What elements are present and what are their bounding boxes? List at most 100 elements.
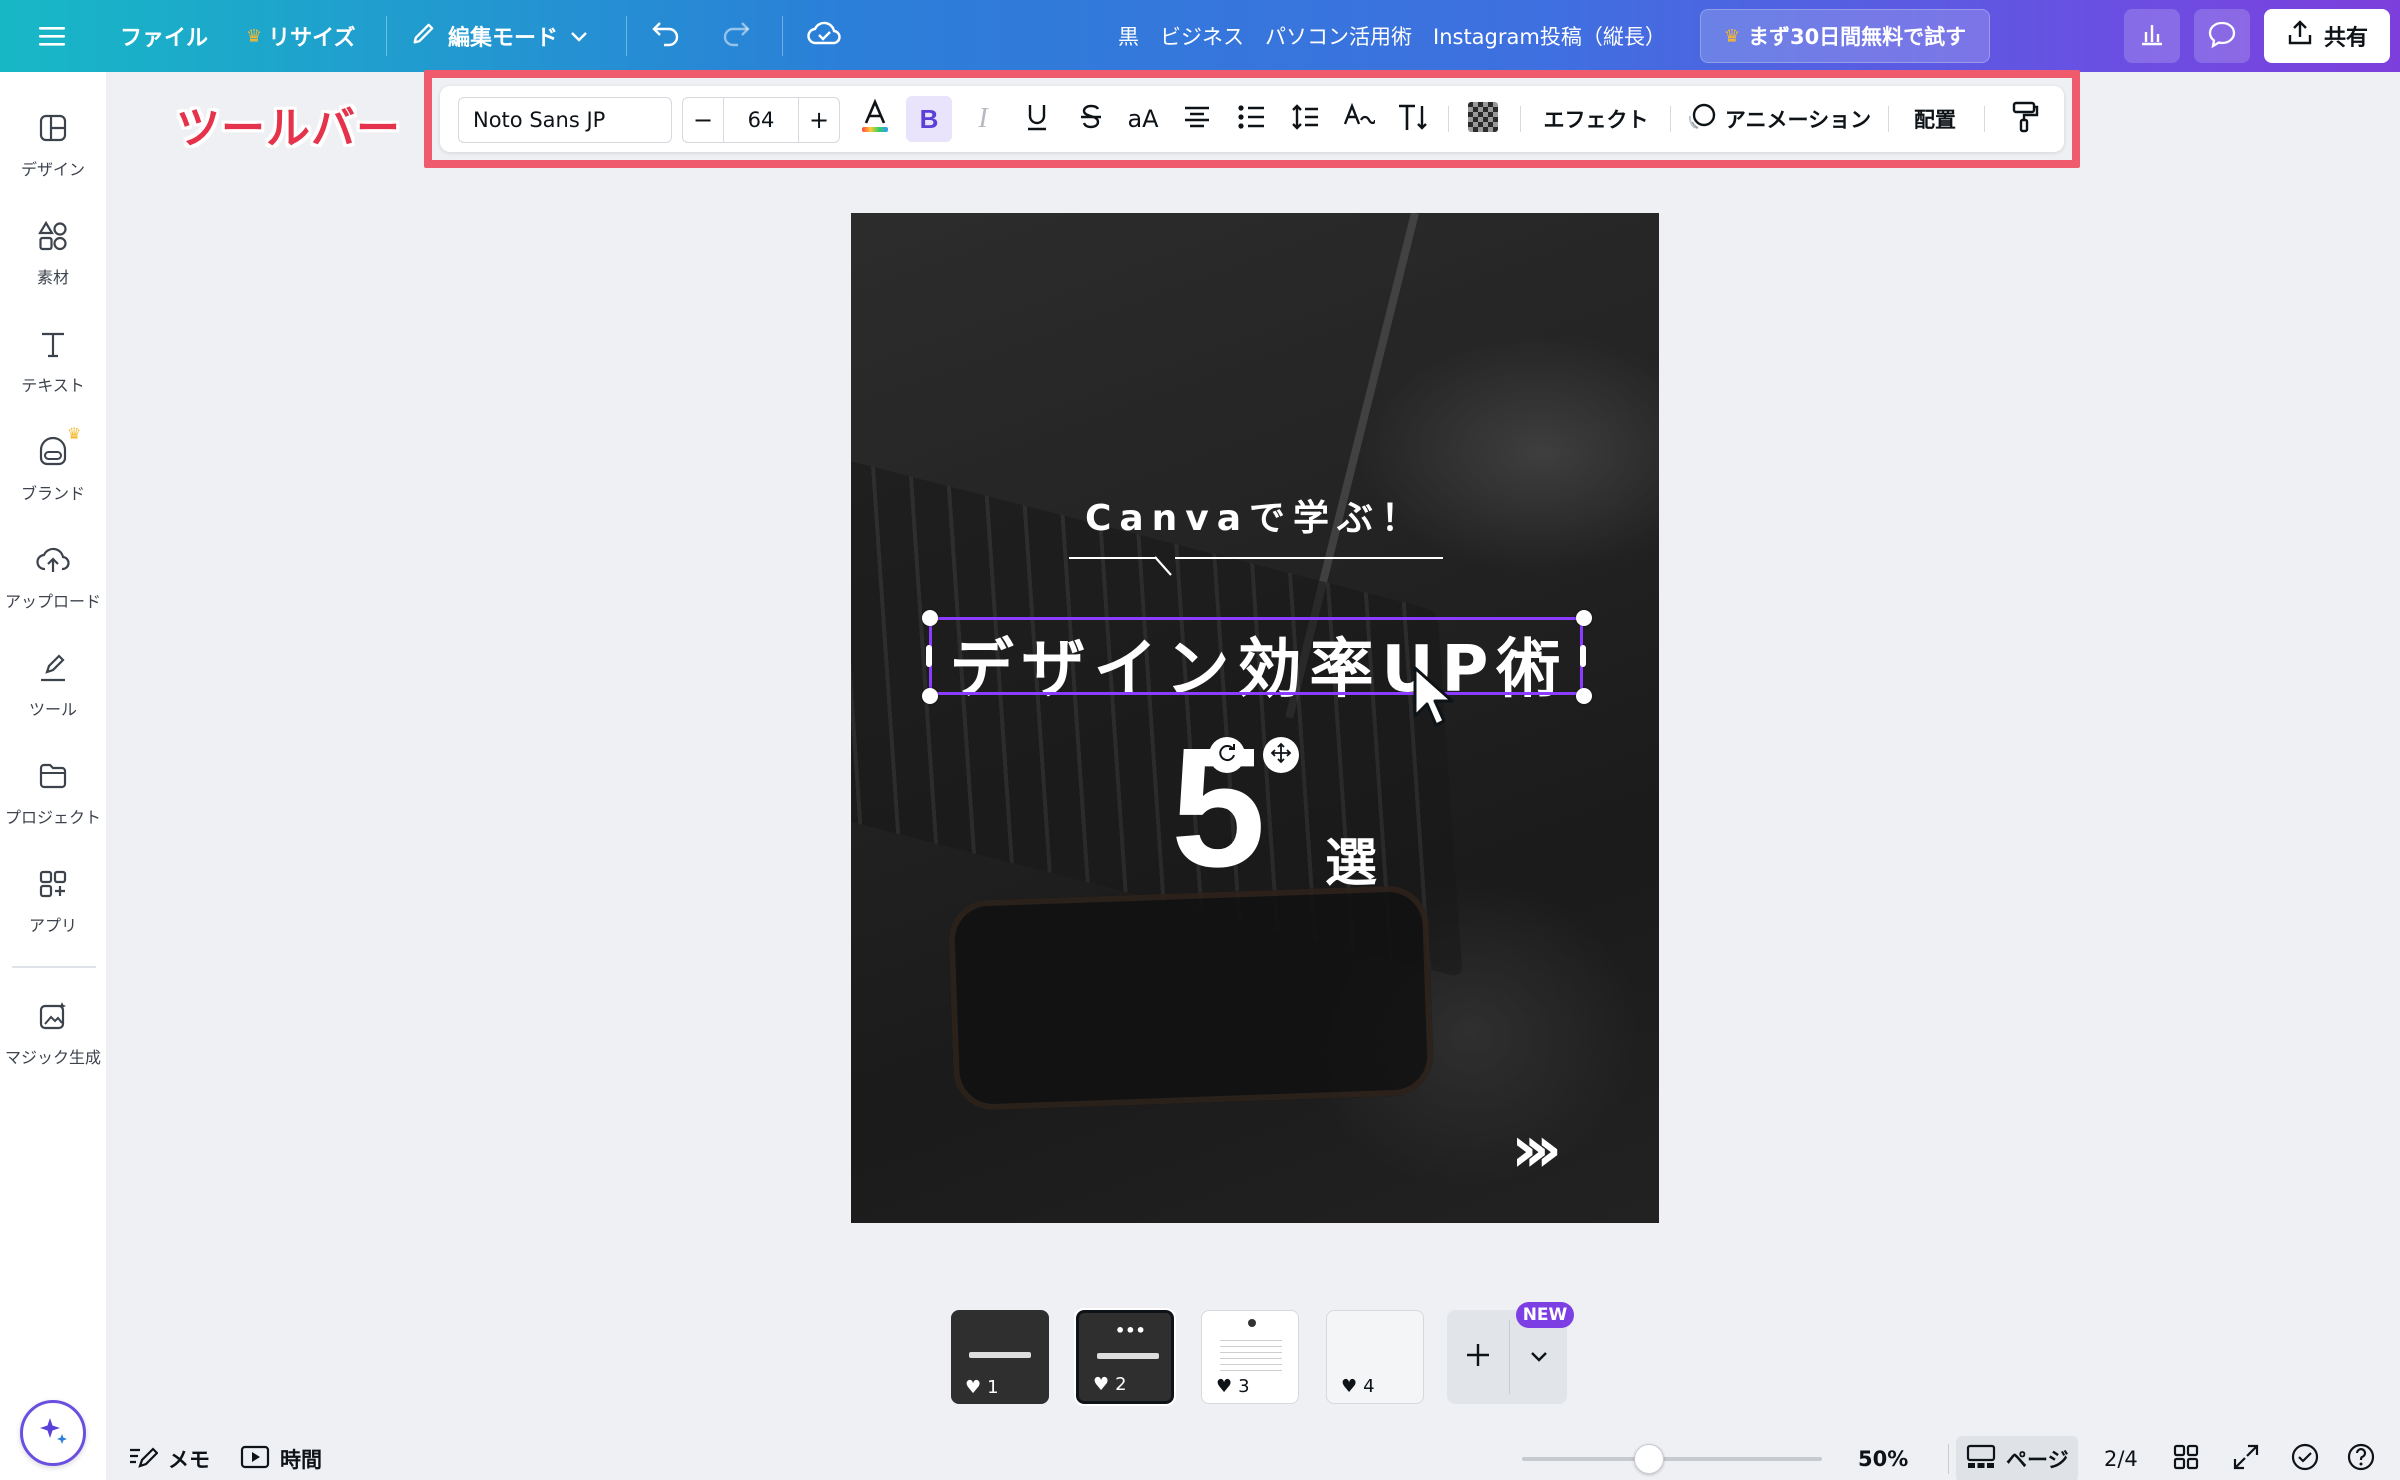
zoom-slider-track[interactable] xyxy=(1522,1457,1822,1461)
thumbnail-content xyxy=(1248,1319,1256,1327)
font-size-increase-button[interactable]: + xyxy=(799,98,839,142)
magic-assistant-button[interactable] xyxy=(20,1400,86,1466)
page-thumbnail-number: ♥ 4 xyxy=(1341,1376,1375,1397)
font-size-decrease-button[interactable]: − xyxy=(683,98,723,142)
check-circle-icon xyxy=(2290,1442,2320,1477)
text-style-icon xyxy=(1343,102,1377,136)
animation-icon xyxy=(1687,102,1717,136)
position-button[interactable]: 配置 xyxy=(1900,86,1970,152)
menu-button[interactable] xyxy=(34,0,70,72)
more-options-icon[interactable]: ••• xyxy=(1115,1321,1146,1340)
page-view-button[interactable]: ページ xyxy=(1966,1436,2069,1480)
sidebar-item-label: デザイン xyxy=(20,160,85,179)
sidebar-item-tools[interactable]: ツール xyxy=(0,636,106,736)
share-button[interactable]: 共有 xyxy=(2264,9,2390,63)
sparkle-icon xyxy=(36,1414,70,1452)
sidebar-item-magic-media[interactable]: マジック生成 xyxy=(0,984,106,1084)
toolbar-divider xyxy=(1520,106,1521,132)
text-effects-button[interactable] xyxy=(1336,86,1382,152)
resize-handle[interactable] xyxy=(1576,610,1592,626)
header-divider xyxy=(626,16,627,56)
edit-mode-dropdown[interactable]: 編集モード xyxy=(410,0,588,72)
side-handle[interactable] xyxy=(926,645,932,667)
animation-button[interactable]: アニメーション xyxy=(1684,86,1874,152)
suffix-text[interactable]: 選 xyxy=(1325,821,1377,896)
header-divider xyxy=(782,16,783,56)
sidebar-item-projects[interactable]: プロジェクト xyxy=(0,744,106,844)
speech-line-left xyxy=(1069,557,1157,559)
page-thumbnail-4[interactable]: ♥ 4 xyxy=(1326,1310,1424,1404)
zoom-level[interactable]: 50% xyxy=(1858,1436,1908,1480)
underline-button[interactable] xyxy=(1014,86,1060,152)
help-button[interactable] xyxy=(2346,1436,2376,1480)
chevron-down-icon xyxy=(570,24,588,49)
page-counter[interactable]: 2/4 xyxy=(2104,1436,2138,1480)
italic-icon: I xyxy=(978,103,988,134)
sidebar-item-elements[interactable]: 素材 xyxy=(0,204,106,304)
timer-button[interactable]: 時間 xyxy=(240,1436,322,1480)
page-thumbnail-2[interactable]: ••• ♥ 2 xyxy=(1074,1308,1176,1406)
comment-icon xyxy=(2207,20,2237,52)
sidebar-item-label: テキスト xyxy=(21,376,85,395)
text-color-button[interactable] xyxy=(850,86,900,152)
effects-button[interactable]: エフェクト xyxy=(1536,86,1656,152)
resize-handle[interactable] xyxy=(1576,688,1592,704)
copy-style-button[interactable] xyxy=(2000,86,2050,152)
file-menu[interactable]: ファイル xyxy=(120,0,208,72)
transparency-icon xyxy=(1468,102,1498,136)
line-spacing-icon xyxy=(1290,102,1320,136)
draw-icon xyxy=(37,652,69,688)
sidebar-item-label: ツール xyxy=(28,700,77,719)
italic-button[interactable]: I xyxy=(960,86,1006,152)
grid-icon xyxy=(2172,1443,2200,1476)
comments-button[interactable] xyxy=(2194,9,2250,63)
bar-chart-icon xyxy=(2138,20,2166,52)
font-size-input[interactable]: 64 xyxy=(723,98,799,142)
letter-case-button[interactable]: aA xyxy=(1120,86,1166,152)
save-status-button[interactable] xyxy=(806,0,842,72)
add-page-button[interactable] xyxy=(1447,1310,1509,1404)
document-title[interactable]: 黒 ビジネス パソコン活用術 Instagram投稿（縦長） xyxy=(1118,0,1666,72)
text-selection-box xyxy=(929,617,1583,695)
check-button[interactable] xyxy=(2290,1436,2320,1480)
resize-button[interactable]: ♛ リサイズ xyxy=(246,0,355,72)
spacing-button[interactable] xyxy=(1282,86,1328,152)
top-header: ファイル ♛ リサイズ 編集モード 黒 ビジネス パソコン活用術 Instagr… xyxy=(0,0,2400,72)
move-handle[interactable] xyxy=(1263,737,1299,773)
page-thumbnail-3[interactable]: ♥ 3 xyxy=(1201,1310,1299,1404)
page-thumbnail-1[interactable]: ♥ 1 xyxy=(951,1310,1049,1404)
bullet-list-icon xyxy=(1237,104,1265,134)
design-page[interactable]: Canvaで学ぶ！ デザイン効率UP術 5 選 ››› xyxy=(851,213,1659,1223)
underline-icon xyxy=(1025,102,1049,136)
grid-view-button[interactable] xyxy=(2172,1436,2200,1480)
zoom-slider-handle[interactable] xyxy=(1634,1444,1664,1474)
subtitle-text[interactable]: Canvaで学ぶ！ xyxy=(851,489,1659,541)
transparency-button[interactable] xyxy=(1460,86,1506,152)
sidebar-item-brand[interactable]: ♛ ブランド xyxy=(0,420,106,520)
sidebar-item-apps[interactable]: アプリ xyxy=(0,852,106,952)
mouse-cursor-icon xyxy=(1413,666,1454,727)
thumbnail-content xyxy=(1220,1335,1282,1371)
sidebar-item-design[interactable]: デザイン xyxy=(0,96,106,196)
thumbnail-content xyxy=(1097,1353,1159,1359)
notes-button[interactable]: メモ xyxy=(128,1436,210,1480)
redo-button[interactable] xyxy=(720,0,752,72)
free-trial-button[interactable]: ♛ まず30日間無料で試す xyxy=(1700,9,1990,63)
resize-handle[interactable] xyxy=(922,610,938,626)
resize-handle[interactable] xyxy=(922,688,938,704)
fullscreen-button[interactable] xyxy=(2232,1436,2260,1480)
side-handle[interactable] xyxy=(1580,645,1586,667)
sidebar-item-uploads[interactable]: アップロード xyxy=(0,528,106,628)
align-center-button[interactable] xyxy=(1174,86,1220,152)
sidebar-item-label: プロジェクト xyxy=(4,808,101,827)
sidebar-item-text[interactable]: テキスト xyxy=(0,312,106,412)
bottom-divider xyxy=(1948,1444,1949,1474)
vertical-text-button[interactable] xyxy=(1390,86,1436,152)
undo-button[interactable] xyxy=(650,0,682,72)
list-button[interactable] xyxy=(1228,86,1274,152)
rotate-handle[interactable] xyxy=(1209,737,1245,773)
font-family-select[interactable]: Noto Sans JP xyxy=(458,97,672,143)
bold-button[interactable]: B xyxy=(906,96,952,142)
strikethrough-button[interactable] xyxy=(1068,86,1114,152)
insights-button[interactable] xyxy=(2124,9,2180,63)
